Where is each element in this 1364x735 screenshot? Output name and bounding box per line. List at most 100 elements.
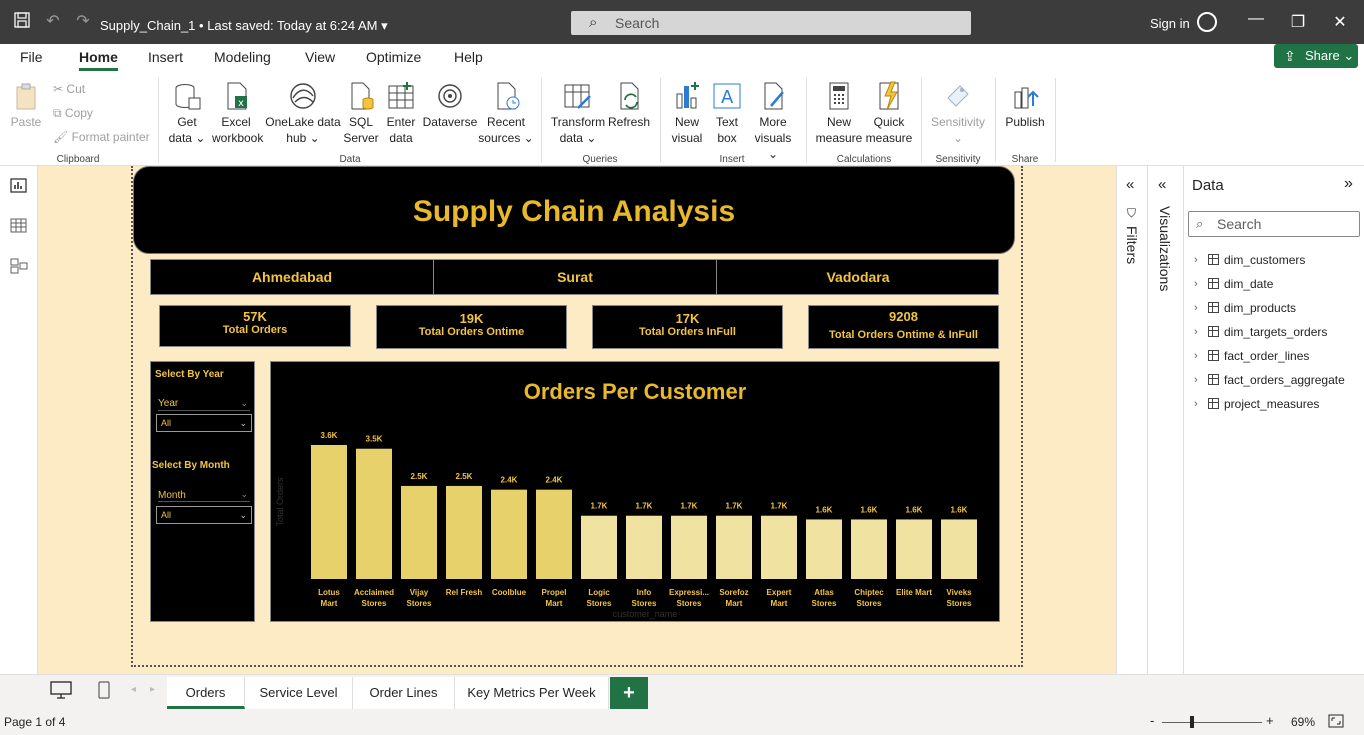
table-item-fact-order-lines[interactable]: › fact_order_lines	[1194, 348, 1309, 364]
quick-measure-button[interactable]: Quick measure	[864, 80, 914, 146]
new-visual-button[interactable]: New visual	[666, 80, 708, 146]
more-visuals-button[interactable]: More visuals ⌄	[748, 80, 798, 162]
chevron-right-icon[interactable]: ›	[1194, 300, 1198, 316]
menu-optimize[interactable]: Optimize	[366, 49, 421, 65]
zoom-level[interactable]: 69%	[1291, 715, 1315, 729]
table-item-fact-orders-aggregate[interactable]: › fact_orders_aggregate	[1194, 372, 1345, 388]
mobile-layout-icon[interactable]	[98, 681, 110, 704]
bar-9[interactable]	[716, 515, 752, 579]
dataverse-button[interactable]: Dataverse	[422, 80, 478, 130]
month-dropdown[interactable]: All ⌄	[156, 506, 252, 524]
filters-label[interactable]: Filters	[1124, 226, 1140, 264]
chevron-right-icon[interactable]: ›	[1194, 348, 1198, 364]
collapse-filters-icon[interactable]: «	[1126, 176, 1134, 193]
bar-10[interactable]	[761, 515, 797, 579]
menu-view[interactable]: View	[305, 49, 335, 65]
collapse-visualizations-icon[interactable]: «	[1158, 176, 1166, 193]
table-item-dim-customers[interactable]: › dim_customers	[1194, 252, 1305, 268]
close-icon[interactable]: ✕	[1330, 12, 1350, 32]
menu-insert[interactable]: Insert	[148, 49, 183, 65]
table-view-icon[interactable]	[10, 218, 28, 234]
enter-data-button[interactable]: Enter data	[382, 80, 420, 146]
zoom-in-button[interactable]: +	[1266, 713, 1274, 728]
text-box-button[interactable]: A Text box	[708, 80, 746, 146]
chevron-down-icon[interactable]: ▾	[381, 18, 388, 33]
scroll-left-icon[interactable]: ◂	[131, 684, 136, 695]
fit-to-page-icon[interactable]	[1328, 714, 1344, 731]
sql-server-button[interactable]: SQL Server	[342, 80, 380, 146]
visualizations-label[interactable]: Visualizations	[1157, 206, 1173, 291]
tab-order-lines[interactable]: Order Lines	[353, 677, 455, 709]
bar-0[interactable]	[311, 445, 347, 579]
tab-service-level[interactable]: Service Level	[245, 677, 353, 709]
paste-button[interactable]: Paste	[8, 80, 44, 130]
cut-button[interactable]: ✂ Cut	[53, 82, 85, 96]
tab-key-metrics[interactable]: Key Metrics Per Week	[455, 677, 609, 709]
bar-11[interactable]	[806, 519, 842, 579]
chevron-right-icon[interactable]: ›	[1194, 324, 1198, 340]
document-title[interactable]: Supply_Chain_1 • Last saved: Today at 6:…	[100, 18, 388, 34]
orders-per-customer-chart[interactable]: Orders Per Customer 3.6K Lotus Mart 3.5K Acc…	[270, 361, 1000, 622]
excel-workbook-button[interactable]: x Excel workbook	[212, 80, 263, 146]
publish-button[interactable]: Publish	[1002, 80, 1048, 130]
menu-file[interactable]: File	[20, 49, 43, 65]
bar-8[interactable]	[671, 515, 707, 579]
avatar-icon[interactable]	[1197, 12, 1217, 32]
bar-14[interactable]	[941, 519, 977, 579]
onelake-data-hub-button[interactable]: OneLake data hub ⌄	[264, 80, 342, 146]
bar-3[interactable]	[446, 485, 482, 579]
model-view-icon[interactable]	[10, 258, 28, 274]
desktop-layout-icon[interactable]	[50, 681, 72, 704]
table-item-dim-date[interactable]: › dim_date	[1194, 276, 1273, 292]
get-data-button[interactable]: Get data ⌄	[166, 80, 208, 146]
bar-12[interactable]	[851, 519, 887, 579]
zoom-slider-track[interactable]	[1162, 722, 1262, 723]
transform-data-button[interactable]: Transform data ⌄	[548, 80, 608, 146]
data-search-input[interactable]: ⌕ Search	[1188, 211, 1360, 237]
menu-home[interactable]: Home	[79, 49, 118, 71]
share-button[interactable]: Share ⌄	[1274, 44, 1358, 68]
menu-modeling[interactable]: Modeling	[214, 49, 271, 65]
save-icon[interactable]	[12, 12, 32, 32]
bar-7[interactable]	[626, 515, 662, 579]
collapse-data-icon[interactable]: »	[1344, 175, 1353, 193]
table-item-project-measures[interactable]: › project_measures	[1194, 396, 1319, 412]
menu-help[interactable]: Help	[454, 49, 483, 65]
city-button-vadodara[interactable]: Vadodara	[717, 260, 999, 294]
chevron-right-icon[interactable]: ›	[1194, 252, 1198, 268]
report-view-icon[interactable]	[10, 178, 28, 194]
bar-6[interactable]	[581, 515, 617, 579]
chevron-down-icon[interactable]: ⌄	[240, 398, 248, 409]
refresh-button[interactable]: Refresh	[606, 80, 652, 130]
kpi-card-total-orders[interactable]: 57K Total Orders	[159, 305, 351, 347]
chevron-right-icon[interactable]: ›	[1194, 276, 1198, 292]
chevron-right-icon[interactable]: ›	[1194, 372, 1198, 388]
year-dropdown[interactable]: All ⌄	[156, 414, 252, 432]
sensitivity-button[interactable]: Sensitivity ⌄	[928, 80, 988, 146]
chevron-right-icon[interactable]: ›	[1194, 396, 1198, 412]
add-page-button[interactable]: +	[610, 677, 648, 709]
kpi-card-orders-ontime-infull[interactable]: 9208 Total Orders Ontime & InFull	[808, 305, 999, 349]
maximize-icon[interactable]: ❐	[1288, 12, 1308, 32]
kpi-card-orders-ontime[interactable]: 19K Total Orders Ontime	[376, 305, 567, 349]
bar-2[interactable]	[401, 485, 437, 579]
tab-orders[interactable]: Orders	[167, 677, 245, 709]
city-button-ahmedabad[interactable]: Ahmedabad	[151, 260, 433, 294]
undo-icon[interactable]: ↶	[43, 12, 63, 32]
table-item-dim-products[interactable]: › dim_products	[1194, 300, 1296, 316]
recent-sources-button[interactable]: Recent sources ⌄	[478, 80, 534, 146]
scroll-right-icon[interactable]: ▸	[150, 684, 155, 695]
table-item-dim-targets-orders[interactable]: › dim_targets_orders	[1194, 324, 1327, 340]
bar-13[interactable]	[896, 519, 932, 579]
city-button-surat[interactable]: Surat	[434, 260, 716, 294]
sign-in-link[interactable]: Sign in	[1150, 16, 1190, 31]
zoom-slider-thumb[interactable]	[1190, 716, 1194, 728]
bar-1[interactable]	[356, 448, 392, 579]
minimize-icon[interactable]: —	[1246, 10, 1266, 28]
zoom-out-button[interactable]: -	[1150, 713, 1154, 728]
format-painter-button[interactable]: 🖌 Format painter	[53, 130, 150, 144]
new-measure-button[interactable]: New measure	[814, 80, 864, 146]
chevron-down-icon[interactable]: ⌄	[240, 489, 248, 500]
redo-icon[interactable]: ↷	[73, 12, 93, 32]
bar-5[interactable]	[536, 489, 572, 579]
